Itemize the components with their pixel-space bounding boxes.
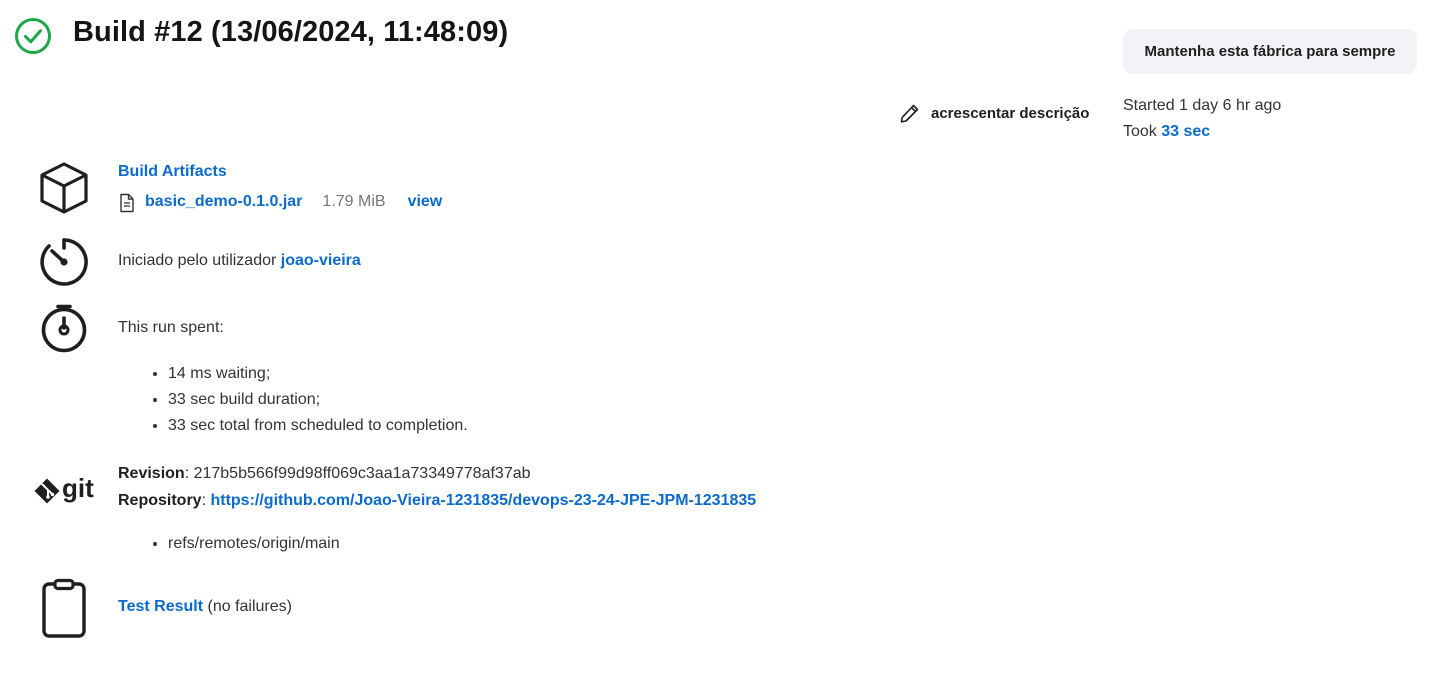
list-item: refs/remotes/origin/main <box>168 531 340 557</box>
stopwatch-icon <box>41 304 87 353</box>
revision-hash: : 217b5b566f99d98ff069c3aa1a73349778af37… <box>184 465 531 482</box>
pencil-icon <box>900 104 919 123</box>
test-result-link[interactable]: Test Result <box>118 598 203 615</box>
test-results: Test Result (no failures) <box>118 598 292 616</box>
file-icon <box>120 193 134 213</box>
timer-icon <box>40 238 88 286</box>
list-item: 14 ms waiting; <box>168 361 468 387</box>
started-text: Started 1 day 6 hr ago <box>1123 97 1282 114</box>
took-row: Took 33 sec <box>1123 119 1281 145</box>
revision-line: Revision: 217b5b566f99d98ff069c3aa1a7334… <box>118 460 756 487</box>
took-duration-link[interactable]: 33 sec <box>1161 123 1210 140</box>
took-label: Took <box>1123 123 1162 140</box>
artifact-view-link[interactable]: view <box>408 193 443 211</box>
list-item: 33 sec build duration; <box>168 387 468 413</box>
add-description-label: acrescentar descrição <box>931 105 1090 122</box>
artifact-size: 1.79 MiB <box>322 192 386 210</box>
repository-label: Repository <box>118 492 202 509</box>
git-logo-text: git <box>62 473 94 503</box>
build-timing: Started 1 day 6 hr ago Took 33 sec <box>1123 93 1281 145</box>
build-cause: Iniciado pelo utilizador joao-vieira <box>118 252 361 270</box>
run-spent-heading: This run spent: <box>118 319 224 336</box>
run-spent-list: 14 ms waiting; 33 sec build duration; 33… <box>146 361 468 439</box>
cube-icon <box>40 162 88 214</box>
repository-line: Repository: https://github.com/Joao-Viei… <box>118 487 756 514</box>
list-item: 33 sec total from scheduled to completio… <box>168 413 468 439</box>
artifact-file-link[interactable]: basic_demo-0.1.0.jar <box>145 193 302 211</box>
page-title: Build #12 (13/06/2024, 11:48:09) <box>73 16 509 48</box>
revision-label: Revision <box>118 465 185 482</box>
user-link[interactable]: joao-vieira <box>281 252 361 269</box>
git-info: Revision: 217b5b566f99d98ff069c3aa1a7334… <box>118 460 756 514</box>
clipboard-icon <box>42 578 86 638</box>
keep-forever-button[interactable]: Mantenha esta fábrica para sempre <box>1123 29 1417 74</box>
add-description-button[interactable]: acrescentar descrição <box>899 103 1089 124</box>
test-status: (no failures) <box>203 598 292 615</box>
cause-text: Iniciado pelo utilizador <box>118 252 281 269</box>
check-circle-icon <box>15 18 51 54</box>
artifacts-section: Build Artifacts basic_demo-0.1.0.jar 1.7… <box>118 163 442 213</box>
branch-list: refs/remotes/origin/main <box>146 531 340 557</box>
repository-link[interactable]: https://github.com/Joao-Vieira-1231835/d… <box>210 492 756 509</box>
git-logo-icon <box>34 478 60 504</box>
artifact-item: basic_demo-0.1.0.jar 1.79 MiB view <box>118 190 442 213</box>
build-artifacts-link[interactable]: Build Artifacts <box>118 163 227 180</box>
